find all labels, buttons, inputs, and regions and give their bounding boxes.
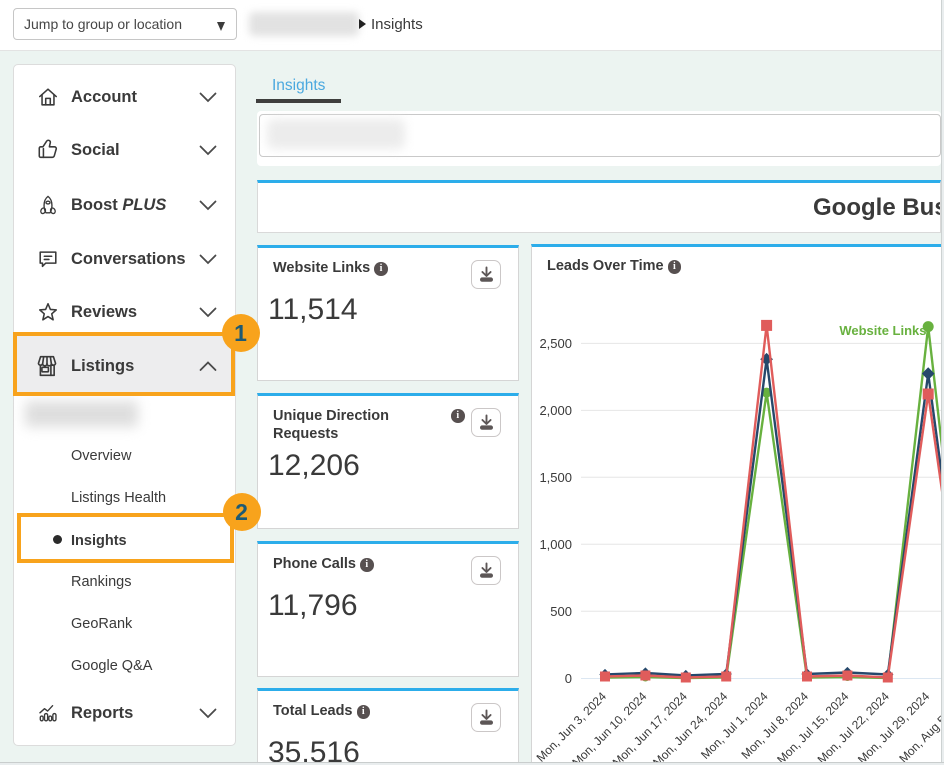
svg-text:Mon, Jun 3, 2024: Mon, Jun 3, 2024 (534, 689, 610, 762)
svg-text:2,500: 2,500 (539, 336, 572, 351)
svg-text:1,500: 1,500 (539, 470, 572, 485)
svg-text:0: 0 (565, 671, 572, 686)
svg-text:Mon, Jul 22, 2024: Mon, Jul 22, 2024 (815, 689, 893, 762)
svg-text:Mon, Jul 29, 2024: Mon, Jul 29, 2024 (855, 689, 933, 762)
svg-text:1,000: 1,000 (539, 537, 572, 552)
svg-text:500: 500 (550, 604, 572, 619)
svg-text:Website Links: Website Links (839, 323, 926, 338)
svg-text:Mon, Jul 15, 2024: Mon, Jul 15, 2024 (774, 689, 852, 762)
svg-text:2,000: 2,000 (539, 403, 572, 418)
